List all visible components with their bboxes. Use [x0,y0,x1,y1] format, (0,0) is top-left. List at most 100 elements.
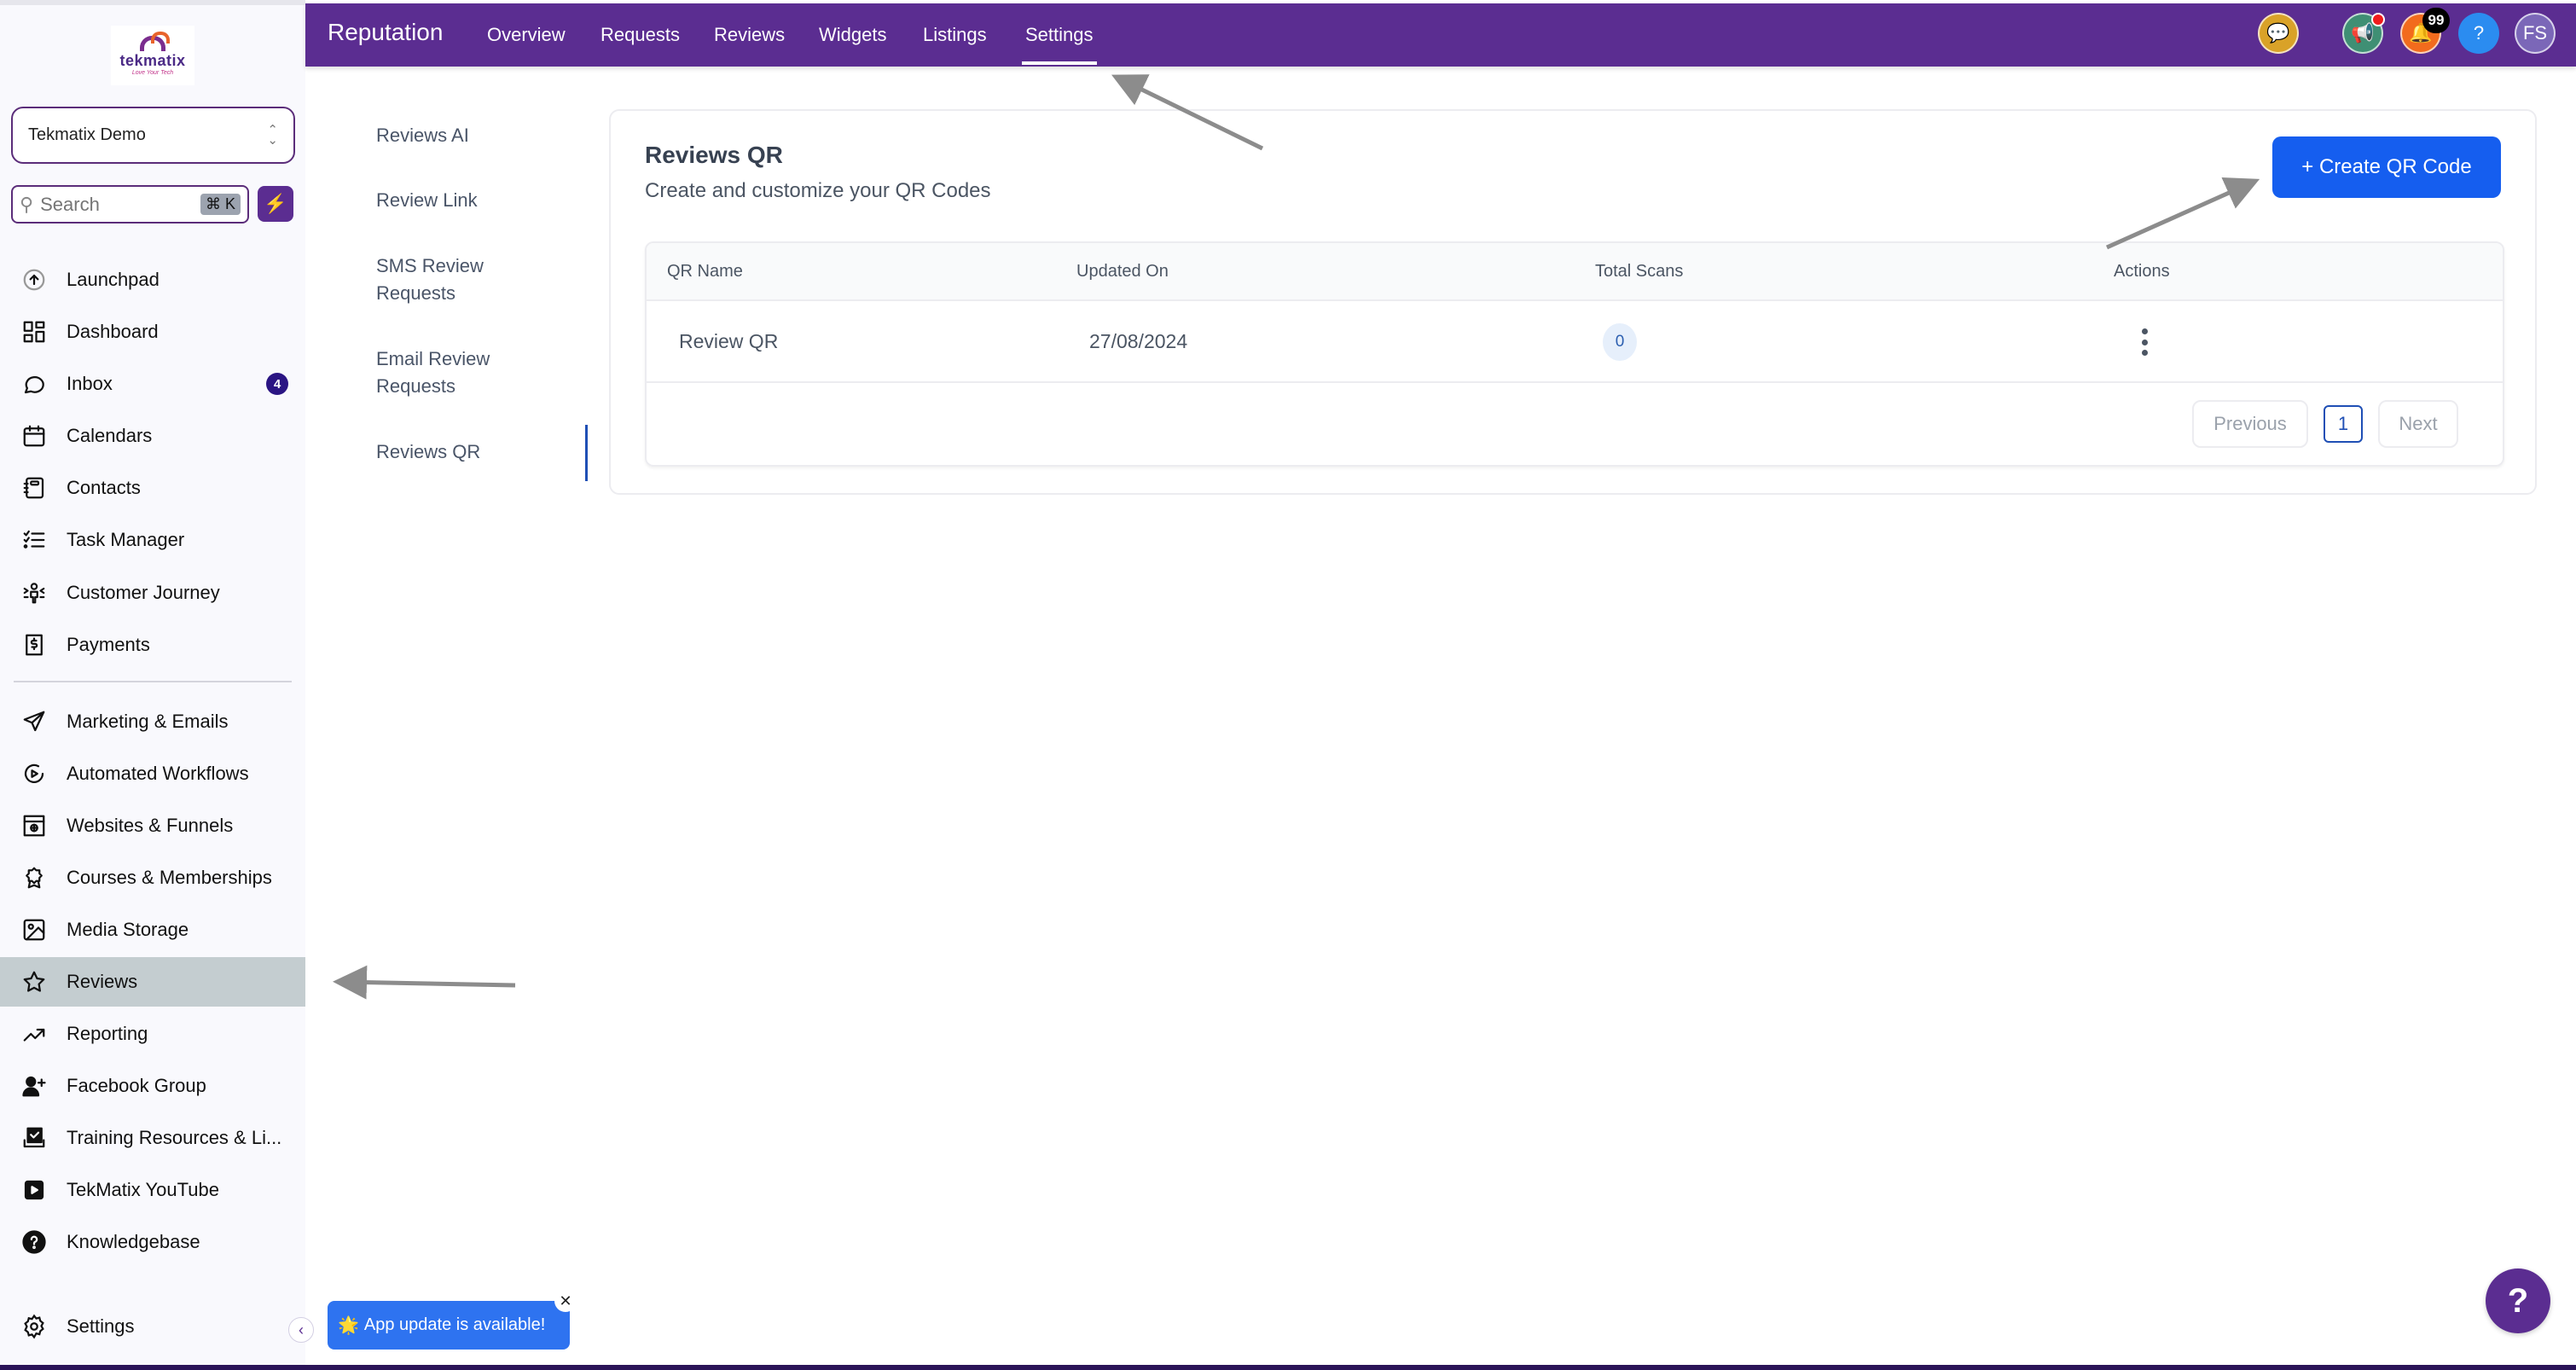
search-icon: ⚲ [20,193,34,215]
search-box[interactable]: ⚲ ⌘ K [11,185,249,223]
table-row[interactable]: Review QR 27/08/2024 0 [647,301,2503,383]
sidebar-item-label: Calendars [67,425,153,446]
sidebar-item-reporting[interactable]: Reporting [0,1009,305,1059]
subnav-sms-review-requests[interactable]: SMS Review Requests [376,253,504,307]
total-scans-badge: 0 [1603,323,1637,361]
sidebar-item-inbox[interactable]: Inbox 4 [0,359,305,409]
payments-receipt-icon [20,631,48,659]
tab-settings[interactable]: Settings [1022,24,1096,65]
youtube-icon [20,1176,48,1204]
create-qr-code-button[interactable]: + Create QR Code [2272,136,2501,198]
user-avatar[interactable]: FS [2515,13,2556,54]
subnav-reviews-qr[interactable]: Reviews QR [376,438,480,466]
chevron-left-icon: ‹ [299,1321,304,1338]
app-root: tekmatix Love Your Tech Tekmatix Demo ⌃ ⌄… [0,0,2576,1370]
quick-actions-button[interactable]: ⚡ [258,186,293,222]
sidebar-item-contacts[interactable]: Contacts [0,463,305,513]
sidebar-item-payments[interactable]: Payments [0,620,305,670]
star-icon [20,968,48,996]
sidebar-item-label: Media Storage [67,919,189,940]
sidebar-item-launchpad[interactable]: Launchpad [0,255,305,305]
subnav-review-link[interactable]: Review Link [376,187,478,214]
app-update-toast[interactable]: 🌟 App update is available! [328,1301,570,1350]
calendar-icon [20,422,48,450]
announcements-button[interactable]: 📢 [2342,13,2385,54]
question-mark-icon: ? [2473,22,2485,44]
trending-up-icon [20,1020,48,1048]
megaphone-icon: 📢 [2351,22,2375,44]
help-fab-button[interactable]: ? [2486,1268,2550,1333]
subnav-email-review-requests[interactable]: Email Review Requests [376,345,513,400]
tab-reviews[interactable]: Reviews [714,24,785,46]
contacts-book-icon [20,474,48,502]
star-sparkle-icon: 🌟 [338,1316,359,1335]
sidebar-item-websites-funnels[interactable]: Websites & Funnels [0,801,305,850]
lightning-icon: ⚡ [264,193,287,214]
sidebar-item-training-resources-li[interactable]: Training Resources & Li... [0,1113,305,1163]
row-actions-kebab-icon[interactable] [2136,325,2153,359]
sidebar-item-customer-journey[interactable]: Customer Journey [0,568,305,618]
subnav-reviews-ai[interactable]: Reviews AI [376,122,469,149]
active-subnav-indicator [585,425,588,481]
notifications-button[interactable]: 🔔 99 [2400,8,2450,54]
sidebar-item-label: Payments [67,634,150,655]
sidebar-item-marketing-emails[interactable]: Marketing & Emails [0,697,305,746]
pagination-page-1[interactable]: 1 [2324,405,2363,443]
top-bar: Reputation Overview Requests Reviews Wid… [305,3,2576,67]
training-checkbox-icon [20,1124,48,1152]
sidebar-item-tekmatix-youtube[interactable]: TekMatix YouTube [0,1165,305,1215]
pagination-next-button[interactable]: Next [2378,400,2458,448]
chat-bubble-icon [20,370,48,398]
sidebar-item-label: Websites & Funnels [67,815,234,836]
sidebar-item-automated-workflows[interactable]: Automated Workflows [0,749,305,798]
account-name: Tekmatix Demo [28,125,146,144]
send-icon [20,708,48,735]
tab-overview[interactable]: Overview [487,24,566,46]
image-icon [20,916,48,943]
account-switcher[interactable]: Tekmatix Demo ⌃ ⌄ [11,107,295,164]
tab-requests[interactable]: Requests [600,24,680,46]
sidebar-item-dashboard[interactable]: Dashboard [0,307,305,357]
sidebar-item-label: Courses & Memberships [67,867,272,888]
chevron-up-down-icon: ⌃ ⌄ [267,122,278,148]
sidebar-item-calendars[interactable]: Calendars [0,411,305,461]
user-plus-icon [20,1072,48,1100]
question-circle-icon [20,1228,48,1256]
help-button[interactable]: ? [2458,13,2499,54]
toast-close-button[interactable]: ✕ [554,1290,577,1312]
sidebar-item-knowledgebase[interactable]: Knowledgebase [0,1217,305,1267]
chat-widget-button[interactable]: 💬 [2258,13,2299,54]
search-shortcut-badge: ⌘ K [200,194,241,215]
sidebar-item-label: Dashboard [67,321,159,342]
sidebar-item-media-storage[interactable]: Media Storage [0,905,305,955]
task-list-icon [20,526,48,554]
sidebar-item-courses-memberships[interactable]: Courses & Memberships [0,853,305,903]
qr-codes-table: QR Name Updated On Total Scans Actions R… [645,241,2504,467]
sidebar-item-facebook-group[interactable]: Facebook Group [0,1061,305,1111]
company-logo[interactable]: tekmatix Love Your Tech [111,26,194,85]
sidebar-item-label: Reporting [67,1023,148,1044]
website-icon [20,812,48,839]
search-input[interactable] [40,193,186,216]
column-header-updated-on: Updated On [1076,262,1169,281]
sidebar-item-label: Automated Workflows [67,763,249,784]
unread-dot [2371,13,2385,26]
tab-listings[interactable]: Listings [923,24,987,46]
dashboard-icon [20,318,48,345]
table-header: QR Name Updated On Total Scans Actions [647,243,2503,301]
collapse-sidebar-button[interactable]: ‹ [288,1317,314,1343]
updated-on-cell: 27/08/2024 [1089,330,1188,352]
sidebar-item-task-manager[interactable]: Task Manager [0,515,305,565]
sidebar-item-settings[interactable]: Settings [0,1302,305,1351]
tab-widgets[interactable]: Widgets [819,24,886,46]
logo-mark-icon [140,31,170,51]
sidebar-item-label: Contacts [67,477,141,498]
sidebar-item-label: Settings [67,1315,135,1337]
page-module-title: Reputation [328,19,444,45]
speech-bubble-icon: 💬 [2266,22,2290,44]
sidebar: tekmatix Love Your Tech Tekmatix Demo ⌃ ⌄… [0,0,314,1370]
pagination-previous-button[interactable]: Previous [2192,400,2308,448]
sidebar-item-reviews[interactable]: Reviews [0,957,305,1007]
sidebar-item-label: Facebook Group [67,1075,206,1096]
column-header-actions: Actions [2114,262,2170,281]
